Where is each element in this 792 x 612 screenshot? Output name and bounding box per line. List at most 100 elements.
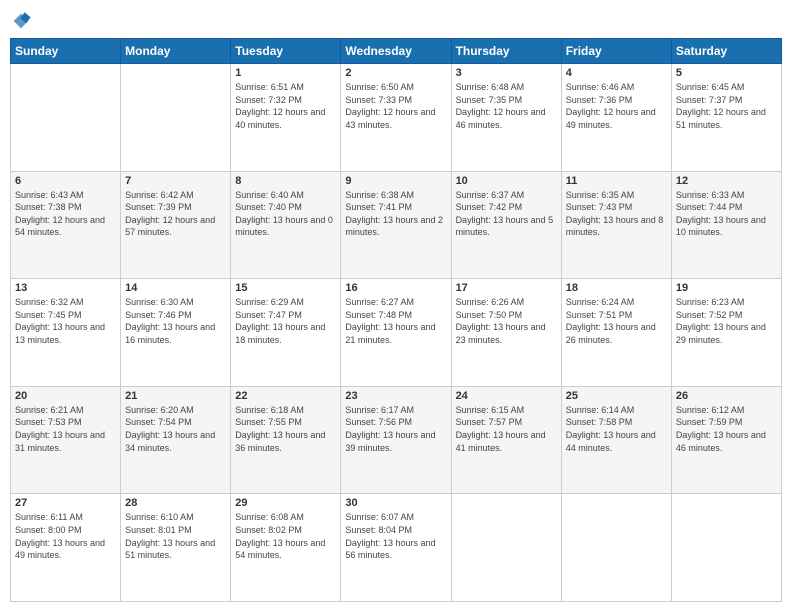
- day-number: 5: [676, 67, 777, 79]
- day-info: Sunrise: 6:32 AMSunset: 7:45 PMDaylight:…: [15, 296, 116, 346]
- day-info: Sunrise: 6:50 AMSunset: 7:33 PMDaylight:…: [345, 81, 446, 131]
- day-info: Sunrise: 6:27 AMSunset: 7:48 PMDaylight:…: [345, 296, 446, 346]
- day-number: 22: [235, 390, 336, 402]
- day-info: Sunrise: 6:40 AMSunset: 7:40 PMDaylight:…: [235, 189, 336, 239]
- day-number: 24: [456, 390, 557, 402]
- day-info: Sunrise: 6:24 AMSunset: 7:51 PMDaylight:…: [566, 296, 667, 346]
- day-info: Sunrise: 6:45 AMSunset: 7:37 PMDaylight:…: [676, 81, 777, 131]
- day-cell: 30 Sunrise: 6:07 AMSunset: 8:04 PMDayligh…: [341, 494, 451, 602]
- day-number: 9: [345, 175, 446, 187]
- day-number: 3: [456, 67, 557, 79]
- day-cell: 25Sunrise: 6:14 AMSunset: 7:58 PMDayligh…: [561, 386, 671, 494]
- day-cell: 28Sunrise: 6:10 AMSunset: 8:01 PMDayligh…: [121, 494, 231, 602]
- week-row-2: 6 Sunrise: 6:43 AMSunset: 7:38 PMDaylight…: [11, 171, 782, 279]
- day-info: Sunrise: 6:17 AMSunset: 7:56 PMDaylight:…: [345, 404, 446, 454]
- day-info: Sunrise: 6:26 AMSunset: 7:50 PMDaylight:…: [456, 296, 557, 346]
- day-info: Sunrise: 6:11 AMSunset: 8:00 PMDaylight:…: [15, 511, 116, 561]
- day-info: Sunrise: 6:07 AMSunset: 8:04 PMDaylight:…: [345, 511, 446, 561]
- day-number: 13: [15, 282, 116, 294]
- day-info: Sunrise: 6:23 AMSunset: 7:52 PMDaylight:…: [676, 296, 777, 346]
- day-info: Sunrise: 6:30 AMSunset: 7:46 PMDaylight:…: [125, 296, 226, 346]
- day-number: 4: [566, 67, 667, 79]
- day-info: Sunrise: 6:12 AMSunset: 7:59 PMDaylight:…: [676, 404, 777, 454]
- day-cell: 27Sunrise: 6:11 AMSunset: 8:00 PMDayligh…: [11, 494, 121, 602]
- day-cell: 15Sunrise: 6:29 AMSunset: 7:47 PMDayligh…: [231, 279, 341, 387]
- day-info: Sunrise: 6:42 AMSunset: 7:39 PMDaylight:…: [125, 189, 226, 239]
- day-cell: 11 Sunrise: 6:35 AMSunset: 7:43 PMDayligh…: [561, 171, 671, 279]
- day-info: Sunrise: 6:21 AMSunset: 7:53 PMDaylight:…: [15, 404, 116, 454]
- day-info: Sunrise: 6:18 AMSunset: 7:55 PMDaylight:…: [235, 404, 336, 454]
- day-number: 8: [235, 175, 336, 187]
- day-number: 11: [566, 175, 667, 187]
- day-cell: 26 Sunrise: 6:12 AMSunset: 7:59 PMDayligh…: [671, 386, 781, 494]
- day-cell: 29 Sunrise: 6:08 AMSunset: 8:02 PMDayligh…: [231, 494, 341, 602]
- day-cell: [671, 494, 781, 602]
- day-cell: 13 Sunrise: 6:32 AMSunset: 7:45 PMDayligh…: [11, 279, 121, 387]
- day-cell: 20 Sunrise: 6:21 AMSunset: 7:53 PMDayligh…: [11, 386, 121, 494]
- day-number: 21: [125, 390, 226, 402]
- weekday-wednesday: Wednesday: [341, 39, 451, 64]
- day-cell: 21 Sunrise: 6:20 AMSunset: 7:54 PMDayligh…: [121, 386, 231, 494]
- day-info: Sunrise: 6:43 AMSunset: 7:38 PMDaylight:…: [15, 189, 116, 239]
- day-number: 14: [125, 282, 226, 294]
- day-cell: 6 Sunrise: 6:43 AMSunset: 7:38 PMDaylight…: [11, 171, 121, 279]
- week-row-5: 27Sunrise: 6:11 AMSunset: 8:00 PMDayligh…: [11, 494, 782, 602]
- day-cell: 2 Sunrise: 6:50 AMSunset: 7:33 PMDaylight…: [341, 64, 451, 172]
- day-cell: 24 Sunrise: 6:15 AMSunset: 7:57 PMDayligh…: [451, 386, 561, 494]
- day-number: 29: [235, 497, 336, 509]
- day-info: Sunrise: 6:48 AMSunset: 7:35 PMDaylight:…: [456, 81, 557, 131]
- day-cell: 17Sunrise: 6:26 AMSunset: 7:50 PMDayligh…: [451, 279, 561, 387]
- weekday-saturday: Saturday: [671, 39, 781, 64]
- header: [10, 10, 782, 32]
- day-cell: [11, 64, 121, 172]
- weekday-friday: Friday: [561, 39, 671, 64]
- day-info: Sunrise: 6:14 AMSunset: 7:58 PMDaylight:…: [566, 404, 667, 454]
- day-number: 19: [676, 282, 777, 294]
- day-number: 28: [125, 497, 226, 509]
- day-info: Sunrise: 6:15 AMSunset: 7:57 PMDaylight:…: [456, 404, 557, 454]
- day-number: 26: [676, 390, 777, 402]
- day-number: 30: [345, 497, 446, 509]
- day-info: Sunrise: 6:20 AMSunset: 7:54 PMDaylight:…: [125, 404, 226, 454]
- day-cell: 10Sunrise: 6:37 AMSunset: 7:42 PMDayligh…: [451, 171, 561, 279]
- day-info: Sunrise: 6:08 AMSunset: 8:02 PMDaylight:…: [235, 511, 336, 561]
- day-info: Sunrise: 6:33 AMSunset: 7:44 PMDaylight:…: [676, 189, 777, 239]
- day-cell: 7 Sunrise: 6:42 AMSunset: 7:39 PMDaylight…: [121, 171, 231, 279]
- day-cell: 14 Sunrise: 6:30 AMSunset: 7:46 PMDayligh…: [121, 279, 231, 387]
- day-cell: 23 Sunrise: 6:17 AMSunset: 7:56 PMDayligh…: [341, 386, 451, 494]
- day-info: Sunrise: 6:37 AMSunset: 7:42 PMDaylight:…: [456, 189, 557, 239]
- day-number: 6: [15, 175, 116, 187]
- day-cell: 12 Sunrise: 6:33 AMSunset: 7:44 PMDayligh…: [671, 171, 781, 279]
- weekday-thursday: Thursday: [451, 39, 561, 64]
- day-cell: 19 Sunrise: 6:23 AMSunset: 7:52 PMDayligh…: [671, 279, 781, 387]
- weekday-header-row: SundayMondayTuesdayWednesdayThursdayFrid…: [11, 39, 782, 64]
- day-cell: 9 Sunrise: 6:38 AMSunset: 7:41 PMDaylight…: [341, 171, 451, 279]
- day-cell: 8 Sunrise: 6:40 AMSunset: 7:40 PMDaylight…: [231, 171, 341, 279]
- day-number: 1: [235, 67, 336, 79]
- day-info: Sunrise: 6:51 AMSunset: 7:32 PMDaylight:…: [235, 81, 336, 131]
- day-cell: [451, 494, 561, 602]
- day-cell: 22 Sunrise: 6:18 AMSunset: 7:55 PMDayligh…: [231, 386, 341, 494]
- day-number: 12: [676, 175, 777, 187]
- day-cell: [561, 494, 671, 602]
- day-number: 20: [15, 390, 116, 402]
- day-info: Sunrise: 6:38 AMSunset: 7:41 PMDaylight:…: [345, 189, 446, 239]
- day-cell: 5 Sunrise: 6:45 AMSunset: 7:37 PMDaylight…: [671, 64, 781, 172]
- logo: [10, 10, 36, 32]
- weekday-tuesday: Tuesday: [231, 39, 341, 64]
- day-number: 2: [345, 67, 446, 79]
- week-row-4: 20 Sunrise: 6:21 AMSunset: 7:53 PMDayligh…: [11, 386, 782, 494]
- day-cell: 18Sunrise: 6:24 AMSunset: 7:51 PMDayligh…: [561, 279, 671, 387]
- weekday-monday: Monday: [121, 39, 231, 64]
- calendar-table: SundayMondayTuesdayWednesdayThursdayFrid…: [10, 38, 782, 602]
- day-number: 7: [125, 175, 226, 187]
- day-info: Sunrise: 6:29 AMSunset: 7:47 PMDaylight:…: [235, 296, 336, 346]
- day-info: Sunrise: 6:35 AMSunset: 7:43 PMDaylight:…: [566, 189, 667, 239]
- day-cell: 4 Sunrise: 6:46 AMSunset: 7:36 PMDaylight…: [561, 64, 671, 172]
- week-row-1: 1 Sunrise: 6:51 AMSunset: 7:32 PMDaylight…: [11, 64, 782, 172]
- day-cell: 16Sunrise: 6:27 AMSunset: 7:48 PMDayligh…: [341, 279, 451, 387]
- day-cell: [121, 64, 231, 172]
- weekday-sunday: Sunday: [11, 39, 121, 64]
- day-info: Sunrise: 6:46 AMSunset: 7:36 PMDaylight:…: [566, 81, 667, 131]
- day-number: 23: [345, 390, 446, 402]
